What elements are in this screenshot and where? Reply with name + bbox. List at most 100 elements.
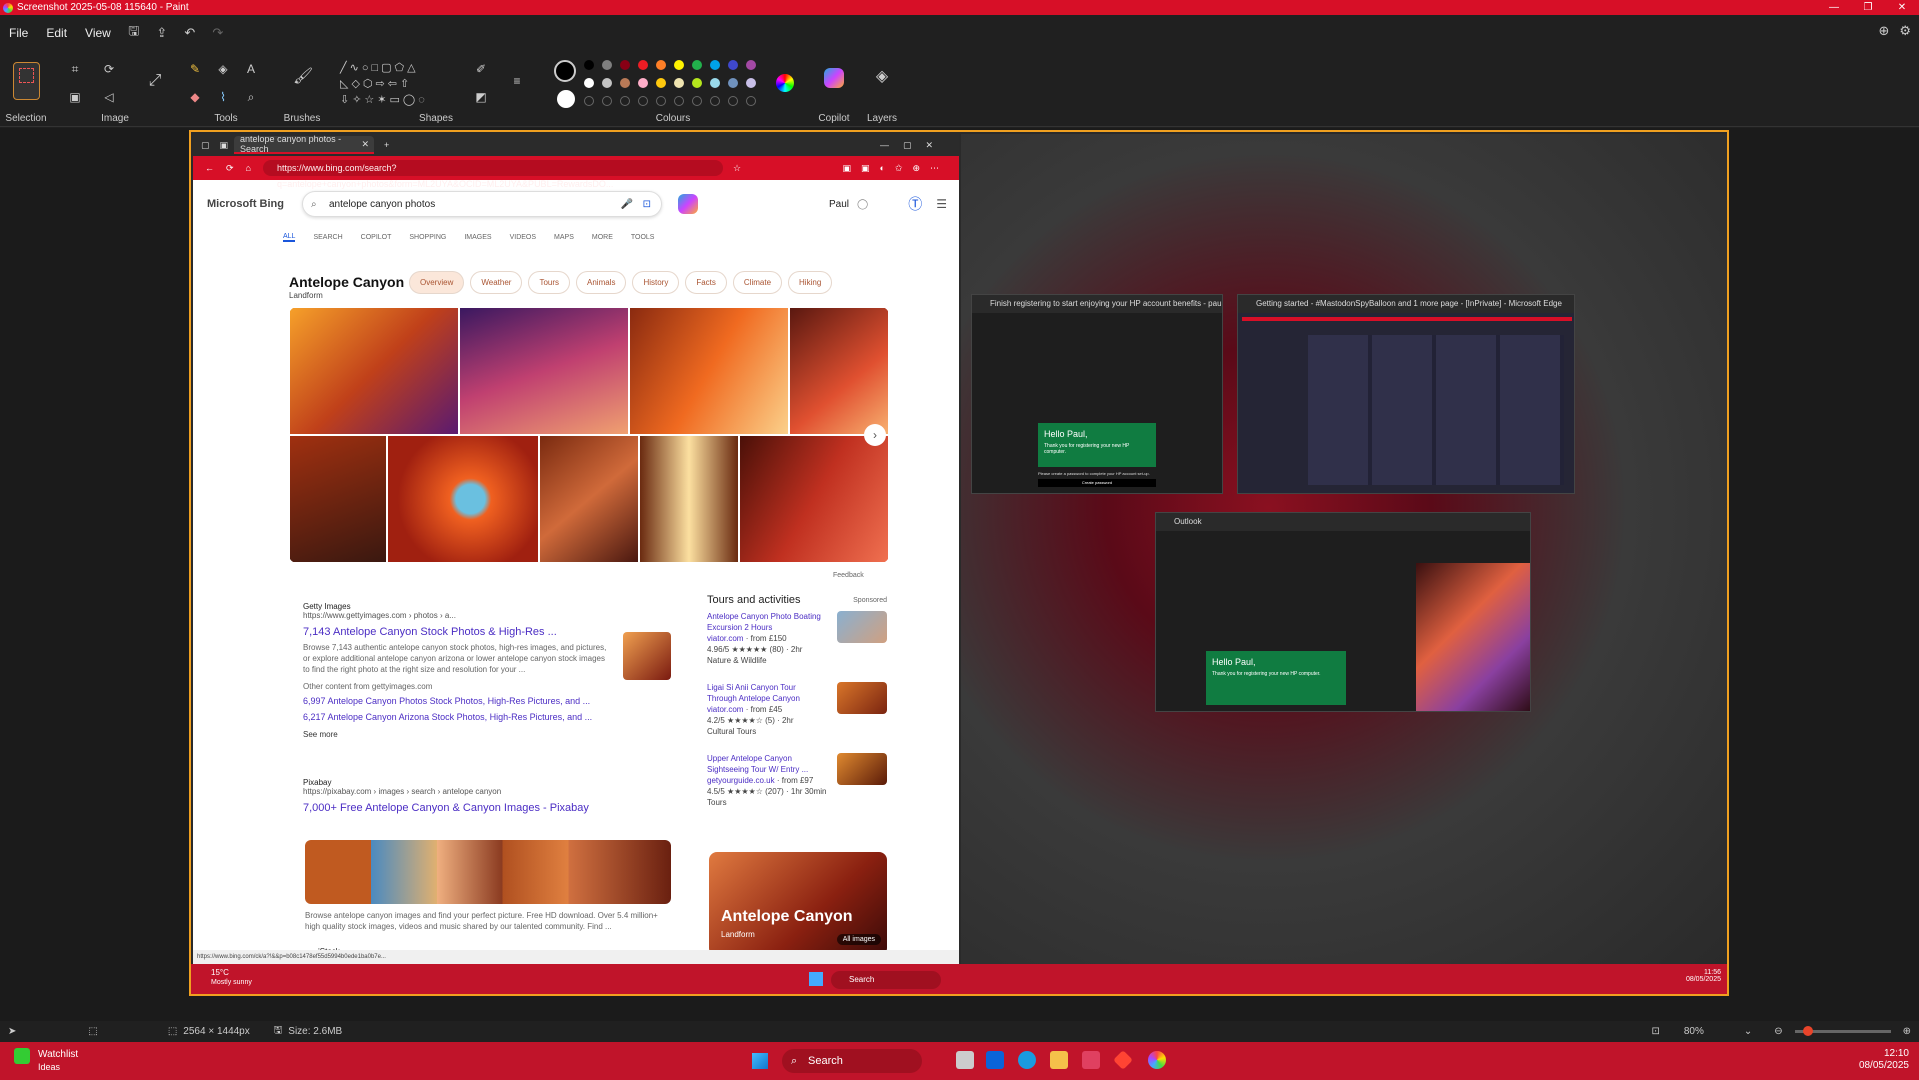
- custom-colour-slot[interactable]: [692, 96, 702, 106]
- tour-item[interactable]: Antelope Canyon Photo Boating Excursion …: [707, 611, 887, 666]
- zoom-dropdown[interactable]: 80%: [1684, 1026, 1744, 1037]
- url-input[interactable]: https://www.bing.com/search?q=antelope+c…: [263, 160, 723, 189]
- paint-icon[interactable]: [1148, 1051, 1166, 1069]
- canyon-photo-2[interactable]: [459, 307, 629, 435]
- shapes-gallery[interactable]: ╱∿○□▢⬠△ ◺◇⬡⇨⇦⇧ ⇩✧☆✶▭◯◌: [340, 60, 460, 108]
- zoom-slider[interactable]: [1794, 1026, 1891, 1036]
- zoom-out-icon[interactable]: ⊖: [1774, 1026, 1782, 1037]
- rotate-icon[interactable]: ⟳: [100, 62, 118, 76]
- anydesk-icon[interactable]: [1113, 1050, 1133, 1070]
- tour-item[interactable]: Ligai Si Anii Canyon Tour Through Antelo…: [707, 682, 887, 737]
- taskview-outlook-window[interactable]: Finish registering to start enjoying you…: [971, 294, 1223, 494]
- tour-thumbnail[interactable]: [837, 753, 887, 785]
- edge-tab-active[interactable]: antelope canyon photos - Search ✕: [234, 134, 375, 154]
- pixabay-image-strip[interactable]: [305, 840, 671, 904]
- tour-name[interactable]: Ligai Si Anii Canyon Tour Through Antelo…: [707, 682, 827, 704]
- canyon-photo-8[interactable]: [639, 435, 739, 563]
- watchlist-icon[interactable]: [14, 1048, 30, 1064]
- bing-tab-shopping[interactable]: SHOPPING: [409, 234, 446, 241]
- taskbar-search[interactable]: ⌕ Search: [782, 1049, 922, 1073]
- getty-sublink-1[interactable]: 6,997 Antelope Canyon Photos Stock Photo…: [303, 696, 613, 706]
- save-icon[interactable]: 🖫: [120, 22, 148, 44]
- edge-window-controls[interactable]: —▢✕: [880, 140, 947, 151]
- palette-swatch[interactable]: [692, 60, 702, 70]
- chip-weather[interactable]: Weather: [470, 271, 523, 294]
- chip-facts[interactable]: Facts: [685, 271, 727, 294]
- custom-colour-slot[interactable]: [620, 96, 630, 106]
- palette-swatch[interactable]: [710, 78, 720, 88]
- menu-file[interactable]: File: [0, 26, 37, 40]
- hamburger-menu-icon[interactable]: ☰: [936, 197, 947, 211]
- antelope-card[interactable]: Antelope Canyon Landform All images: [709, 852, 887, 956]
- palette-swatch[interactable]: [602, 78, 612, 88]
- file-explorer-icon[interactable]: [1050, 1051, 1068, 1069]
- tab-close-icon[interactable]: ✕: [361, 139, 369, 150]
- nav-back-refresh-home-icons[interactable]: ←⟳⌂: [205, 163, 263, 174]
- tab-actions-icon[interactable]: ▣: [220, 140, 229, 151]
- chip-hiking[interactable]: Hiking: [788, 271, 833, 294]
- palette-swatch[interactable]: [638, 60, 648, 70]
- bing-search-input[interactable]: ⌕ antelope canyon photos 🎤 ⊡: [302, 191, 662, 217]
- fill-bucket-icon[interactable]: ◈: [214, 62, 232, 76]
- favorite-star-icon[interactable]: ☆: [733, 163, 741, 174]
- canvas-area[interactable]: ▢ ▣ antelope canyon photos - Search ✕ + …: [0, 128, 1919, 1021]
- bing-logo[interactable]: Microsoft Bing: [207, 198, 284, 210]
- palette-swatch[interactable]: [746, 60, 756, 70]
- taskview-edge-window[interactable]: Getting started - #MastodonSpyBalloon an…: [1237, 294, 1575, 494]
- bing-tab-tools[interactable]: TOOLS: [631, 234, 655, 241]
- taskview-outlook-window-2[interactable]: Outlook Hello Paul, Thank you for registe…: [1155, 512, 1531, 712]
- palette-swatch[interactable]: [692, 78, 702, 88]
- canyon-photo-7[interactable]: [539, 435, 639, 563]
- bing-tab-videos[interactable]: VIDEOS: [510, 234, 536, 241]
- canyon-photo-3[interactable]: [629, 307, 789, 435]
- palette-swatch[interactable]: [656, 78, 666, 88]
- menu-edit[interactable]: Edit: [37, 26, 76, 40]
- fill-icon[interactable]: ◩: [472, 90, 490, 104]
- pixabay-title-link[interactable]: 7,000+ Free Antelope Canyon & Canyon Ima…: [303, 802, 589, 814]
- palette-swatch[interactable]: [584, 60, 594, 70]
- visual-search-icon[interactable]: ⊡: [643, 192, 651, 218]
- palette-swatch[interactable]: [656, 60, 666, 70]
- outline-icon[interactable]: ✐: [472, 62, 490, 76]
- colour-2-swatch[interactable]: [557, 90, 575, 108]
- workspaces-icon[interactable]: ▢: [201, 140, 210, 151]
- account-icon[interactable]: ⊕: [1878, 23, 1889, 39]
- bing-tab-more[interactable]: MORE: [592, 234, 613, 241]
- canvas-image[interactable]: ▢ ▣ antelope canyon photos - Search ✕ + …: [189, 130, 1729, 996]
- palette-swatch[interactable]: [746, 78, 756, 88]
- getty-thumbnail[interactable]: [623, 632, 671, 680]
- canyon-photo-6[interactable]: [387, 435, 539, 563]
- tour-item[interactable]: Upper Antelope Canyon Sightseeing Tour W…: [707, 753, 887, 808]
- custom-colour-slot[interactable]: [656, 96, 666, 106]
- chip-animals[interactable]: Animals: [576, 271, 627, 294]
- see-more-link[interactable]: See more: [303, 730, 613, 739]
- menu-view[interactable]: View: [76, 26, 120, 40]
- feedback-link[interactable]: Feedback: [833, 572, 864, 579]
- resize-icon[interactable]: ⤢: [146, 73, 164, 89]
- colour-1-swatch[interactable]: [554, 60, 576, 82]
- canyon-photo-1[interactable]: [289, 307, 459, 435]
- task-view-icon[interactable]: [956, 1051, 974, 1069]
- custom-colour-slot[interactable]: [746, 96, 756, 106]
- fit-to-window-icon[interactable]: ⊡: [1651, 1026, 1659, 1037]
- tour-thumbnail[interactable]: [837, 611, 887, 643]
- tour-thumbnail[interactable]: [837, 682, 887, 714]
- canyon-photo-5[interactable]: [289, 435, 387, 563]
- share-icon[interactable]: ⇪: [148, 25, 176, 41]
- edge-icon[interactable]: [1018, 1051, 1036, 1069]
- start-icon[interactable]: [752, 1053, 768, 1069]
- bing-tab-maps[interactable]: MAPS: [554, 234, 574, 241]
- palette-swatch[interactable]: [620, 78, 630, 88]
- settings-gear-icon[interactable]: ⚙: [1899, 23, 1911, 39]
- magnifier-icon[interactable]: ⌕: [242, 90, 260, 104]
- palette-swatch[interactable]: [584, 78, 594, 88]
- mosaic-next-arrow-icon[interactable]: ›: [864, 424, 886, 446]
- shape-size-icon[interactable]: ≡: [508, 74, 526, 88]
- extensions-icons[interactable]: ▣▣◐✩⊕⋯: [842, 163, 949, 174]
- canyon-photo-9[interactable]: [739, 435, 889, 563]
- getty-title-link[interactable]: 7,143 Antelope Canyon Stock Photos & Hig…: [303, 626, 613, 638]
- close-button[interactable]: ✕: [1885, 0, 1919, 15]
- minimize-button[interactable]: —: [1817, 0, 1851, 15]
- bing-tab-copilot[interactable]: COPILOT: [361, 234, 392, 241]
- undo-icon[interactable]: ↶: [176, 25, 204, 41]
